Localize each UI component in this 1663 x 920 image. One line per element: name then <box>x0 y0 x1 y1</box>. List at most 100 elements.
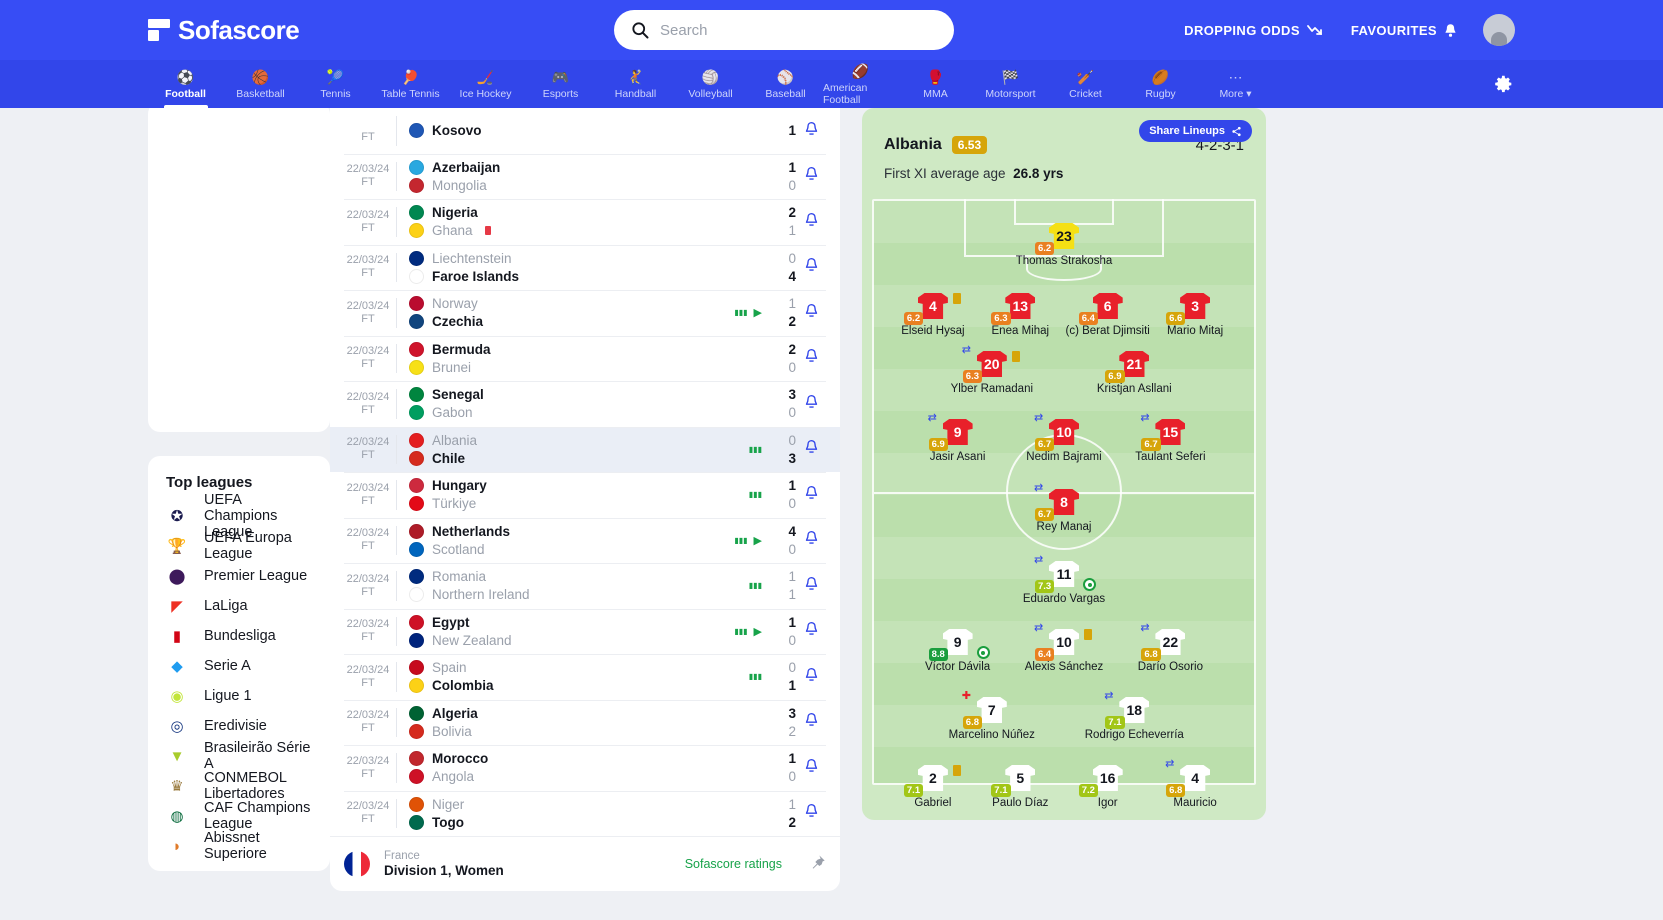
sport-tab-baseball[interactable]: ⚾Baseball <box>748 60 823 108</box>
dropping-odds-button[interactable]: DROPPING ODDS <box>1184 23 1325 38</box>
sidebar-league-item[interactable]: ◗Abissnet Superiore <box>148 831 330 861</box>
sport-tab-basketball[interactable]: 🏀Basketball <box>223 60 298 108</box>
match-notify-bell-button[interactable] <box>796 257 826 277</box>
sidebar-league-item[interactable]: ⬤Premier League <box>148 561 330 591</box>
match-notify-bell-button[interactable] <box>796 348 826 368</box>
player-shirt-wrap: 46.2 <box>918 293 948 323</box>
pitch-player[interactable]: 106.4⇄Alexis Sánchez <box>1008 629 1120 674</box>
match-row[interactable]: FTKosovo1 <box>330 108 840 154</box>
sidebar-league-item[interactable]: ✪UEFA Champions League <box>148 501 330 531</box>
sport-tab-football[interactable]: ⚽Football <box>148 60 223 108</box>
sidebar-league-item[interactable]: 🏆UEFA Europa League <box>148 531 330 561</box>
favourites-button[interactable]: FAVOURITES <box>1351 23 1457 38</box>
match-row[interactable]: 22/03/24FTMoroccoAngola10 <box>330 745 840 791</box>
match-row[interactable]: 22/03/24FTAlgeriaBolivia32 <box>330 700 840 746</box>
match-row[interactable]: 22/03/24FTRomaniaNorthern Ireland▮▮▮11 <box>330 563 840 609</box>
match-notify-bell-button[interactable] <box>796 758 826 778</box>
stats-icon[interactable]: ▮▮▮ <box>749 581 762 590</box>
search-bar[interactable] <box>614 10 954 50</box>
match-notify-bell-button[interactable] <box>796 212 826 232</box>
match-notify-bell-button[interactable] <box>796 303 826 323</box>
match-row[interactable]: 22/03/24FTNigerTogo12 <box>330 791 840 837</box>
share-lineups-button[interactable]: Share Lineups <box>1139 120 1252 142</box>
sidebar-league-item[interactable]: ◉Ligue 1 <box>148 681 330 711</box>
match-row[interactable]: 22/03/24FTAlbaniaChile▮▮▮03 <box>330 427 840 473</box>
match-notify-bell-button[interactable] <box>796 621 826 641</box>
stats-icon[interactable]: ▮▮▮ <box>749 672 762 681</box>
pitch-player[interactable]: 187.1⇄Rodrigo Echeverría <box>1078 697 1190 742</box>
pitch-player[interactable]: 46.8⇄Mauricio <box>1139 765 1251 810</box>
match-notify-bell-button[interactable] <box>796 394 826 414</box>
match-row[interactable]: 22/03/24FTAzerbaijanMongolia10 <box>330 154 840 200</box>
match-row[interactable]: 22/03/24FTSpainColombia▮▮▮01 <box>330 654 840 700</box>
match-row[interactable]: 22/03/24FTHungaryTürkiye▮▮▮10 <box>330 472 840 518</box>
match-notify-bell-button[interactable] <box>796 667 826 687</box>
match-notify-bell-button[interactable] <box>796 485 826 505</box>
match-notify-bell-button[interactable] <box>796 121 826 141</box>
pitch-player[interactable]: 236.2Thomas Strakosha <box>1008 223 1120 268</box>
match-notify-bell-button[interactable] <box>796 166 826 186</box>
sidebar-league-item[interactable]: ▼Brasileirão Série A <box>148 741 330 771</box>
stats-icon[interactable]: ▮▮▮ <box>734 536 747 545</box>
away-team-flag-icon <box>409 451 424 466</box>
sidebar-league-item[interactable]: ◍CAF Champions League <box>148 801 330 831</box>
sport-tab-volleyball[interactable]: 🏐Volleyball <box>673 60 748 108</box>
sidebar-league-item[interactable]: ◆Serie A <box>148 651 330 681</box>
video-play-icon[interactable]: ▶ <box>754 534 762 547</box>
pitch-player[interactable]: 98.8Víctor Dávila <box>902 629 1014 674</box>
red-card-icon <box>485 226 491 235</box>
match-row[interactable]: 22/03/24FTNetherlandsScotland▮▮▮▶40 <box>330 518 840 564</box>
match-row[interactable]: 22/03/24FTNigeriaGhana21 <box>330 199 840 245</box>
settings-gear-button[interactable] <box>1493 73 1515 100</box>
pitch-player[interactable]: 86.7⇄Rey Manaj <box>1008 489 1120 534</box>
sport-tab-table-tennis[interactable]: 🏓Table Tennis <box>373 60 448 108</box>
sport-tab-handball[interactable]: 🤾Handball <box>598 60 673 108</box>
video-play-icon[interactable]: ▶ <box>754 306 762 319</box>
match-notify-bell-button[interactable] <box>796 803 826 823</box>
sofascore-ratings-link[interactable]: Sofascore ratings <box>685 857 782 871</box>
sport-tab-american-football[interactable]: 🏈American Football <box>823 60 898 108</box>
pitch-player[interactable]: 76.8✚Marcelino Núñez <box>936 697 1048 742</box>
pitch-player[interactable]: 117.3⇄Eduardo Vargas <box>1008 561 1120 606</box>
user-avatar[interactable] <box>1483 14 1515 46</box>
match-row[interactable]: 22/03/24FTLiechtensteinFaroe Islands04 <box>330 245 840 291</box>
league-group-header[interactable]: France Division 1, Women Sofascore ratin… <box>330 836 840 891</box>
pitch-player[interactable]: 96.9⇄Jasir Asani <box>902 419 1014 464</box>
match-notify-bell-button[interactable] <box>796 712 826 732</box>
pitch-player[interactable]: 156.7⇄Taulant Seferi <box>1114 419 1226 464</box>
sport-tab-label: Baseball <box>765 88 805 100</box>
match-notify-bell-button[interactable] <box>796 439 826 459</box>
sport-tab-cricket[interactable]: 🏏Cricket <box>1048 60 1123 108</box>
pitch-player[interactable]: 106.7⇄Nedim Bajrami <box>1008 419 1120 464</box>
match-notify-bell-button[interactable] <box>796 576 826 596</box>
search-input[interactable] <box>660 22 938 39</box>
sport-tab-mma[interactable]: 🥊MMA <box>898 60 973 108</box>
sport-tab-rugby[interactable]: 🏉Rugby <box>1123 60 1198 108</box>
stats-icon[interactable]: ▮▮▮ <box>749 445 762 454</box>
stats-icon[interactable]: ▮▮▮ <box>734 627 747 636</box>
stats-icon[interactable]: ▮▮▮ <box>749 490 762 499</box>
pitch-player[interactable]: 226.8⇄Darío Osorio <box>1114 629 1226 674</box>
pitch-player[interactable]: 216.9Kristjan Asllani <box>1078 351 1190 396</box>
sidebar-league-item[interactable]: ♛CONMEBOL Libertadores <box>148 771 330 801</box>
pin-icon[interactable] <box>810 854 826 874</box>
sport-tab-motorsport[interactable]: 🏁Motorsport <box>973 60 1048 108</box>
sofascore-logo[interactable]: Sofascore <box>148 15 299 46</box>
sidebar-league-item[interactable]: ▮Bundesliga <box>148 621 330 651</box>
sport-tab-more[interactable]: ⋯More ▾ <box>1198 60 1273 108</box>
pitch-player[interactable]: 206.3⇄Ylber Ramadani <box>936 351 1048 396</box>
sidebar-league-item[interactable]: ◎Eredivisie <box>148 711 330 741</box>
sport-tab-tennis[interactable]: 🎾Tennis <box>298 60 373 108</box>
match-row[interactable]: 22/03/24FTNorwayCzechia▮▮▮▶12 <box>330 290 840 336</box>
match-row[interactable]: 22/03/24FTSenegalGabon30 <box>330 381 840 427</box>
sport-tab-esports[interactable]: 🎮Esports <box>523 60 598 108</box>
sport-tab-ice-hockey[interactable]: 🏒Ice Hockey <box>448 60 523 108</box>
match-row[interactable]: 22/03/24FTEgyptNew Zealand▮▮▮▶10 <box>330 609 840 655</box>
match-row[interactable]: 22/03/24FTBermudaBrunei20 <box>330 336 840 382</box>
stats-icon[interactable]: ▮▮▮ <box>734 308 747 317</box>
sidebar-league-item[interactable]: ◤LaLiga <box>148 591 330 621</box>
pitch-player[interactable]: 36.6Mario Mitaj <box>1139 293 1251 338</box>
player-name: Jasir Asani <box>902 451 1014 464</box>
match-notify-bell-button[interactable] <box>796 530 826 550</box>
video-play-icon[interactable]: ▶ <box>754 625 762 638</box>
